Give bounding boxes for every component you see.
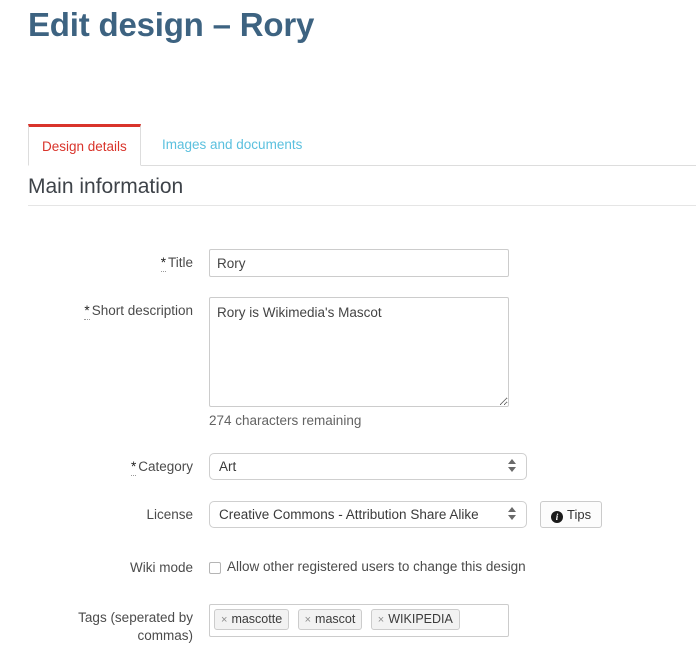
wiki-mode-checkbox[interactable] xyxy=(209,562,221,574)
info-circle-icon: i xyxy=(551,511,563,523)
label-title-text: Title xyxy=(167,255,193,270)
section-divider xyxy=(28,205,696,206)
tag-remove-icon[interactable]: × xyxy=(305,614,311,626)
label-tags-line2: commas) xyxy=(137,628,193,643)
label-title: * Title xyxy=(0,254,193,272)
tags-input[interactable]: × mascotte × mascot × WIKIPEDIA xyxy=(209,604,509,637)
required-asterisk: * xyxy=(84,303,90,320)
tag-remove-icon[interactable]: × xyxy=(221,614,227,626)
label-category-text: Category xyxy=(138,459,193,474)
license-select-value: Creative Commons - Attribution Share Ali… xyxy=(219,507,479,522)
page-title: Edit design – Rory xyxy=(28,6,315,43)
tag-chip-label: mascotte xyxy=(231,612,283,626)
tab-images-and-documents[interactable]: Images and documents xyxy=(148,124,316,166)
tag-remove-icon[interactable]: × xyxy=(378,614,384,626)
tab-design-details-label: Design details xyxy=(42,139,127,154)
required-asterisk: * xyxy=(160,255,166,272)
tag-chip-label: mascot xyxy=(315,612,356,626)
tab-images-and-documents-label: Images and documents xyxy=(162,137,303,152)
label-license-text: License xyxy=(146,507,193,522)
tag-chip[interactable]: × WIKIPEDIA xyxy=(370,609,460,630)
tips-button[interactable]: i Tips xyxy=(540,501,603,528)
tab-design-details[interactable]: Design details xyxy=(28,124,141,166)
category-select-value: Art xyxy=(219,459,237,474)
short-description-textarea[interactable] xyxy=(209,297,509,407)
required-asterisk: * xyxy=(130,459,137,476)
tips-button-label: Tips xyxy=(567,507,592,522)
label-tags: Tags (seperated by commas) xyxy=(0,609,193,645)
chevron-updown-icon xyxy=(508,459,517,475)
label-license: License xyxy=(0,506,193,524)
label-wiki-mode-text: Wiki mode xyxy=(129,560,193,575)
characters-remaining-text: 274 characters remaining xyxy=(209,413,362,428)
label-short-description-text: Short description xyxy=(91,303,193,318)
tag-chip-label: WIKIPEDIA xyxy=(388,612,453,626)
tag-chip[interactable]: × mascotte xyxy=(214,609,290,630)
wiki-mode-checkbox-label[interactable]: Allow other registered users to change t… xyxy=(227,559,526,574)
label-tags-line1: Tags (seperated by xyxy=(78,610,193,625)
title-input[interactable] xyxy=(209,249,509,277)
section-heading-main-information: Main information xyxy=(28,175,184,198)
category-select[interactable]: Art xyxy=(209,453,527,480)
chevron-updown-icon xyxy=(508,507,517,523)
label-category: * Category xyxy=(0,458,193,476)
license-select[interactable]: Creative Commons - Attribution Share Ali… xyxy=(209,501,527,528)
label-wiki-mode: Wiki mode xyxy=(0,559,193,577)
label-short-description: * Short description xyxy=(0,302,193,320)
tab-bar: Design details Images and documents xyxy=(28,124,696,166)
tag-chip[interactable]: × mascot xyxy=(297,609,363,630)
